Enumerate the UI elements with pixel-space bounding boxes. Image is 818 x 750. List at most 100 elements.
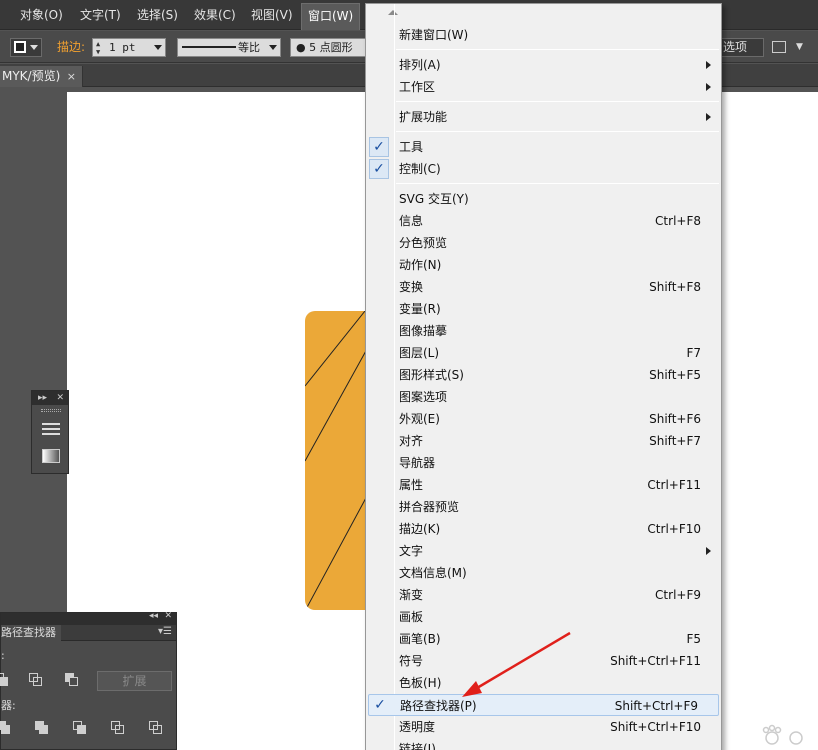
menu-item[interactable]: 变量(R) [366,298,721,320]
menu-item-shortcut: Ctrl+F8 [655,214,701,228]
document-tab-label: MYK/预览) [2,69,61,83]
outline-icon[interactable] [149,721,163,735]
brush-definition[interactable]: ● 5 点圆形 [290,38,370,57]
menu-item[interactable]: 外观(E) Shift+F6 [366,408,721,430]
menu-item[interactable]: 工作区 [366,76,721,98]
menu-item[interactable]: 拼合器预览 [366,496,721,518]
expand-button[interactable]: 扩展 [97,671,172,691]
menu-item[interactable]: 变换 Shift+F8 [366,276,721,298]
merge-icon[interactable] [73,721,87,735]
menu-item[interactable]: 透明度 Shift+Ctrl+F10 [366,716,721,738]
menu-item[interactable]: 新建窗口(W) [366,24,721,46]
menu-item[interactable]: 链接(I) [366,738,721,750]
menu-item[interactable]: 导航器 [366,452,721,474]
chevron-down-icon: ▼ [796,42,803,52]
variable-width-profile[interactable]: 等比 [177,38,281,57]
menu-separator [396,131,719,132]
watermark-paw-icon [762,724,803,745]
menu-window[interactable]: 窗口(W) [301,3,361,30]
menu-item[interactable]: 图层(L) F7 [366,342,721,364]
menu-item-shortcut: Shift+F8 [649,280,701,294]
pathfinders-label: 器: [1,699,16,712]
menu-item[interactable]: 描边(K) Ctrl+F10 [366,518,721,540]
menu-item[interactable]: 渐变 Ctrl+F9 [366,584,721,606]
menu-effect[interactable]: 效果(C) [188,0,242,30]
menu-item[interactable]: 文字 [366,540,721,562]
menu-item[interactable]: 动作(N) [366,254,721,276]
divide-icon[interactable] [0,721,11,735]
panel-grip-icon[interactable] [41,409,61,412]
menu-item-label: 画板 [399,610,424,624]
menu-item[interactable]: 符号 Shift+Ctrl+F11 [366,650,721,672]
trim-icon[interactable] [35,721,49,735]
menu-type[interactable]: 文字(T) [74,0,127,30]
checkmark-icon: ✓ [374,697,386,713]
profile-label: 等比 [238,41,260,54]
menu-item[interactable]: ✓ 工具 [366,136,721,158]
menu-separator [396,183,719,184]
menu-item[interactable]: 图像描摹 [366,320,721,342]
intersect-icon[interactable] [29,673,43,687]
menu-item[interactable]: 信息 Ctrl+F8 [366,210,721,232]
stroke-weight-field[interactable]: ▲ ▼ 1 pt [92,38,166,57]
menu-item[interactable]: 文档信息(M) [366,562,721,584]
crop-icon[interactable] [111,721,125,735]
close-icon[interactable]: ✕ [164,611,172,621]
panel-menu-icon[interactable] [42,423,60,436]
exclude-icon[interactable] [65,673,79,687]
panel-tab-row: 路径查找器 ▾☰ [1,625,176,641]
close-icon[interactable]: ✕ [56,391,64,405]
menu-item-shortcut: Shift+Ctrl+F11 [610,654,701,668]
stroke-color-swatch[interactable] [10,38,42,57]
menu-item[interactable]: 扩展功能 [366,106,721,128]
menu-item-shortcut: Shift+Ctrl+F10 [610,720,701,734]
gradient-icon[interactable] [42,449,60,463]
stroke-label[interactable]: 描边: [57,38,85,57]
menu-item-label: 新建窗口(W) [399,28,469,42]
menu-item[interactable]: 画板 [366,606,721,628]
menu-object[interactable]: 对象(O) [14,0,69,30]
menu-item-shortcut: Ctrl+F9 [655,588,701,602]
panel-options-icon[interactable]: ▾☰ [158,626,172,637]
menu-view[interactable]: 视图(V) [245,0,299,30]
chevron-down-icon [269,45,277,50]
menu-item-label: 动作(N) [399,258,442,272]
menu-item-label: 色板(H) [399,676,442,690]
scroll-up-icon[interactable] [388,10,398,15]
submenu-arrow-icon [706,61,711,69]
menu-item[interactable]: 画笔(B) F5 [366,628,721,650]
close-icon[interactable]: × [67,66,76,87]
panel-header: ◂◂ ✕ [1,611,176,625]
arrange-documents-icon [772,41,786,53]
collapse-panel-icon[interactable]: ◂◂ [149,611,158,621]
menu-item-shortcut: Shift+F6 [649,412,701,426]
menu-item[interactable]: ✓ 路径查找器(P) Shift+Ctrl+F9 [368,694,719,716]
menu-select[interactable]: 选择(S) [131,0,184,30]
menu-item[interactable]: SVG 交互(Y) [366,188,721,210]
expand-panel-icon[interactable]: ▸▸ [38,391,47,405]
menu-item[interactable]: 对齐 Shift+F7 [366,430,721,452]
arrange-documents-button[interactable]: ▼ [772,38,808,57]
panel-header: ▸▸ ✕ [32,391,68,405]
menu-separator [396,101,719,102]
menu-item[interactable]: 图案选项 [366,386,721,408]
stroke-line-icon [182,46,236,48]
document-tab[interactable]: MYK/预览) × [0,66,83,87]
menu-item-label: 渐变 [399,588,424,602]
menu-item[interactable]: 属性 Ctrl+F11 [366,474,721,496]
menu-item-label: 工作区 [399,80,436,94]
menu-item[interactable]: 图形样式(S) Shift+F5 [366,364,721,386]
menu-item[interactable]: ✓ 控制(C) [366,158,721,180]
stepper-arrows-icon[interactable]: ▲ ▼ [96,40,100,56]
menu-item-shortcut: F7 [686,346,701,360]
menu-item-shortcut: Shift+F7 [649,434,701,448]
menu-item-label: 信息 [399,214,424,228]
submenu-arrow-icon [706,547,711,555]
checkmark-icon: ✓ [369,137,389,157]
menu-item[interactable]: 色板(H) [366,672,721,694]
menu-item[interactable]: 排列(A) [366,54,721,76]
minus-front-icon[interactable] [0,673,9,687]
menu-item-shortcut: Ctrl+F11 [647,478,701,492]
menu-item[interactable]: 分色预览 [366,232,721,254]
tab-pathfinder[interactable]: 路径查找器 [1,625,61,641]
